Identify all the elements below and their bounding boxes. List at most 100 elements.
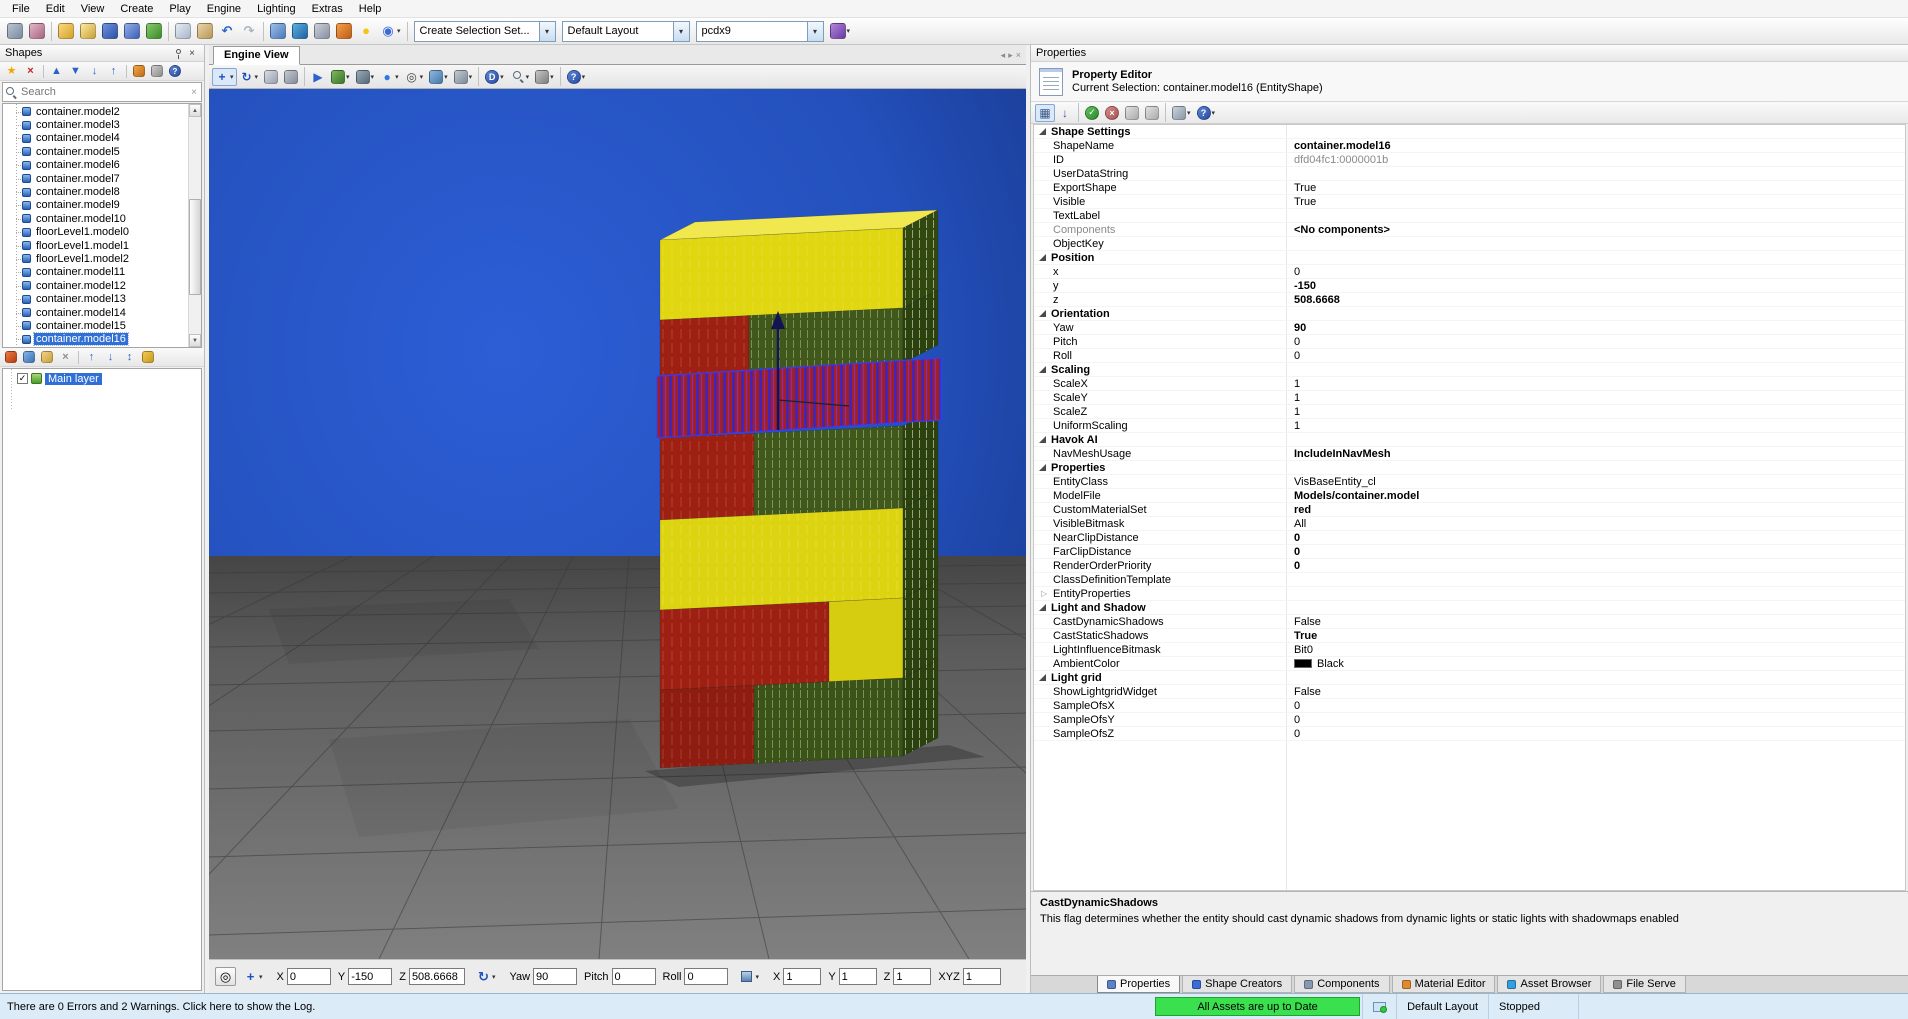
tree-item-container-model16[interactable]: container.model16 [3,332,188,347]
property-row-caststaticshadows[interactable]: CastStaticShadows True [1034,629,1905,643]
property-row-sampleofsz[interactable]: SampleOfsZ 0 [1034,727,1905,741]
tab-file-serve[interactable]: File Serve [1603,976,1686,993]
property-row-textlabel[interactable]: TextLabel [1034,209,1905,223]
tree-item-container-model6[interactable]: container.model6 [3,159,188,172]
menu-item-lighting[interactable]: Lighting [249,2,304,16]
filter-icon[interactable] [130,63,148,79]
position-y-input[interactable] [348,968,393,985]
paste-icon[interactable] [1142,104,1162,122]
property-value[interactable]: IncludeInNavMesh [1286,448,1905,460]
property-value[interactable]: 0 [1286,266,1905,278]
tree-item-container-model10[interactable]: container.model10 [3,212,188,225]
tree-item-container-model3[interactable]: container.model3 [3,118,188,131]
lightbulb-icon[interactable]: ● [355,21,377,41]
property-value[interactable]: False [1286,686,1905,698]
rotate-tool-button[interactable]: ↻ ▾ [473,967,499,986]
tree-item-container-model14[interactable]: container.model14 [3,306,188,319]
pin-icon[interactable]: ▾ [1169,104,1194,122]
settings-icon[interactable] [4,21,26,41]
pin-button[interactable] [171,47,185,60]
property-value[interactable]: 0 [1286,532,1905,544]
target-icon[interactable]: ◎ ▾ [402,68,427,86]
yaw-input[interactable] [533,968,578,985]
property-row-scalez[interactable]: ScaleZ 1 [1034,405,1905,419]
lock-icon[interactable] [139,349,157,365]
apply-icon[interactable]: ✓ [1082,104,1102,122]
tab-properties[interactable]: Properties [1097,976,1181,993]
move-tool-button[interactable]: + ▾ [240,967,266,986]
menu-item-play[interactable]: Play [161,2,198,16]
move-up-icon[interactable]: ↑ [82,349,101,366]
scale-x-input[interactable] [783,968,822,985]
sort-desc-icon[interactable]: ↑ [104,63,123,80]
menu-item-view[interactable]: View [73,2,113,16]
copy-icon[interactable] [1122,104,1142,122]
menu-item-help[interactable]: Help [351,2,390,16]
layer-row[interactable]: ✓ Main layer [5,371,201,386]
export-icon[interactable] [143,21,165,41]
wrench-icon[interactable]: ▾ [532,68,557,86]
property-row-exportshape[interactable]: ExportShape True [1034,181,1905,195]
d-debug-icon[interactable]: D ▾ [482,68,507,86]
tree-item-container-model7[interactable]: container.model7 [3,172,188,185]
property-row-y[interactable]: y -150 [1034,279,1905,293]
property-value[interactable]: True [1286,196,1905,208]
property-group-light-grid[interactable]: Light grid [1034,671,1905,685]
tree-item-container-model5[interactable]: container.model5 [3,145,188,158]
link-icon[interactable] [281,68,301,86]
position-x-input[interactable] [286,968,331,985]
property-group-light-and-shadow[interactable]: Light and Shadow [1034,601,1905,615]
property-value[interactable]: VisBaseEntity_cl [1286,476,1905,488]
tab-components[interactable]: Components [1294,976,1390,993]
property-row-z[interactable]: z 508.6668 [1034,293,1905,307]
property-value[interactable]: 0 [1286,546,1905,558]
property-group-properties[interactable]: Properties [1034,461,1905,475]
layout-dropdown[interactable]: Default Layout ▾ [561,20,690,42]
property-row-ambientcolor[interactable]: AmbientColor Black [1034,657,1905,671]
terrain-icon[interactable]: ▾ [328,68,353,86]
property-row-sampleofsx[interactable]: SampleOfsX 0 [1034,699,1905,713]
property-row-castdynamicshadows[interactable]: CastDynamicShadows False [1034,615,1905,629]
property-group-scaling[interactable]: Scaling [1034,363,1905,377]
property-value[interactable]: True [1286,630,1905,642]
search-input[interactable] [18,86,187,98]
tree-item-container-model12[interactable]: container.model12 [3,279,188,292]
tree-item-container-model13[interactable]: container.model13 [3,292,188,305]
paste-icon[interactable] [194,21,216,41]
sort-icon[interactable]: ↕ [120,349,139,366]
property-value[interactable]: 0 [1286,728,1905,740]
capture-icon[interactable]: ▾ [827,21,854,41]
property-row-visiblebitmask[interactable]: VisibleBitmask All [1034,517,1905,531]
position-z-input[interactable] [408,968,465,985]
tree-item-container-model15[interactable]: container.model15 [3,319,188,332]
renderer-dropdown[interactable]: pcdx9 ▾ [695,20,824,42]
shield-icon[interactable]: ▾ [451,68,476,86]
roll-input[interactable] [684,968,729,985]
property-row-pitch[interactable]: Pitch 0 [1034,335,1905,349]
undo-icon[interactable]: ↶ [216,21,238,41]
property-value[interactable]: Black [1286,658,1905,670]
ruler-icon[interactable] [311,21,333,41]
property-row-navmeshusage[interactable]: NavMeshUsage IncludeInNavMesh [1034,447,1905,461]
tab-scroll-right-icon[interactable]: ▸ [1008,50,1013,61]
menu-item-file[interactable]: File [4,2,38,16]
property-value[interactable]: Models/container.model [1286,490,1905,502]
menu-item-engine[interactable]: Engine [199,2,249,16]
property-group-position[interactable]: Position [1034,251,1905,265]
property-value[interactable]: dfd04fc1:0000001b [1286,154,1905,166]
help-icon[interactable]: ? ▾ [1194,104,1219,122]
property-row-id[interactable]: ID dfd04fc1:0000001b [1034,153,1905,167]
property-row-objectkey[interactable]: ObjectKey [1034,237,1905,251]
property-value[interactable]: 0 [1286,350,1905,362]
property-value[interactable]: 90 [1286,322,1905,334]
property-row-entityclass[interactable]: EntityClass VisBaseEntity_cl [1034,475,1905,489]
menu-item-edit[interactable]: Edit [38,2,73,16]
viewport-scene[interactable] [209,89,1026,959]
property-value[interactable]: 0 [1286,714,1905,726]
rotate-icon[interactable]: ↻ ▾ [237,68,262,86]
property-row-custommaterialset[interactable]: CustomMaterialSet red [1034,503,1905,517]
add-layer-icon[interactable] [2,349,20,365]
clear-search-icon[interactable]: × [187,87,201,98]
property-value[interactable]: True [1286,182,1905,194]
property-row-nearclipdistance[interactable]: NearClipDistance 0 [1034,531,1905,545]
